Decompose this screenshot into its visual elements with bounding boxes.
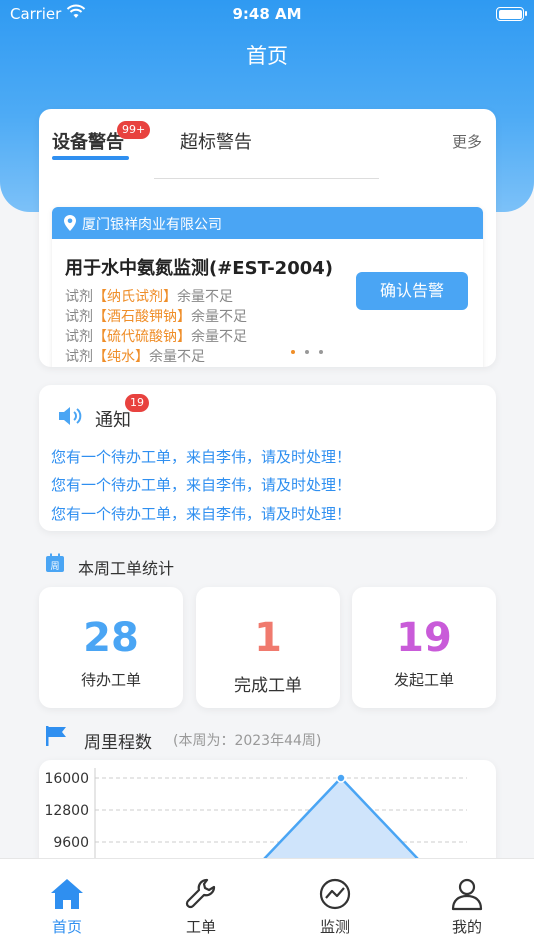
alert-item-header: 厦门银祥肉业有限公司: [52, 207, 483, 239]
confirm-alert-button[interactable]: 确认告警: [356, 272, 468, 310]
reagent-line: 试剂【纯水】余量不足: [65, 346, 205, 366]
reagent-status: 余量不足: [191, 309, 247, 325]
data-point: [336, 773, 346, 783]
notice-message[interactable]: 您有一个待办工单，来自李伟，请及时处理！: [51, 503, 351, 524]
battery-icon: [496, 7, 527, 21]
reagent-status: 余量不足: [191, 329, 247, 345]
notice-badge: 19: [125, 394, 149, 412]
flag-icon: [45, 725, 69, 751]
reagent-name: 【酒石酸钾钠】: [93, 309, 191, 325]
tab-monitor[interactable]: 监测: [268, 859, 402, 950]
wrench-icon: [182, 876, 220, 912]
page-title: 首页: [246, 44, 288, 68]
carousel-dot: [319, 350, 323, 354]
more-link[interactable]: 更多: [452, 131, 482, 152]
reagent-status: 余量不足: [149, 349, 205, 365]
tab-label: 首页: [51, 918, 82, 936]
mileage-subtitle: (本周为：2023年44周): [173, 733, 322, 749]
stat-card-completed[interactable]: 1 完成工单: [196, 587, 340, 708]
calendar-icon: 周: [45, 553, 65, 577]
carousel-dot-active: [291, 350, 295, 354]
reagent-line: 试剂【硫代硫酸钠】余量不足: [65, 326, 247, 346]
y-tick-label: 12800: [44, 803, 89, 819]
company-name: 厦门银祥肉业有限公司: [82, 217, 222, 233]
reagent-name: 【硫代硫酸钠】: [93, 329, 191, 345]
status-bar: Carrier 9:48 AM: [0, 0, 534, 30]
device-alert-badge: 99+: [117, 121, 151, 139]
device-name: 用于水中氨氮监测(#EST-2004): [65, 258, 333, 279]
location-pin-icon: [63, 214, 77, 236]
reagent-prefix: 试剂: [65, 309, 93, 325]
stat-value: 1: [254, 615, 282, 661]
alert-card: 设备警告 99+ 超标警告 更多 厦门银祥肉业有限公司 用于水中氨氮监测(#ES…: [39, 109, 496, 367]
notice-message[interactable]: 您有一个待办工单，来自李伟，请及时处理！: [51, 446, 351, 467]
mileage-title: 周里程数: [84, 733, 152, 753]
reagent-prefix: 试剂: [65, 349, 93, 365]
reagent-name: 【纳氏试剂】: [93, 289, 177, 305]
notice-message[interactable]: 您有一个待办工单，来自李伟，请及时处理！: [51, 474, 351, 495]
notice-title: 通知: [95, 410, 131, 431]
stat-label: 待办工单: [80, 671, 141, 689]
bottom-tab-bar: 首页 工单 监测 我的: [0, 858, 534, 950]
reagent-name: 【纯水】: [93, 349, 149, 365]
svg-text:周: 周: [50, 561, 59, 572]
status-time: 9:48 AM: [232, 5, 302, 23]
stat-value: 28: [83, 615, 139, 661]
reagent-status: 余量不足: [177, 289, 233, 305]
carousel-indicator: [291, 350, 331, 356]
speaker-icon: [57, 405, 85, 431]
user-icon: [448, 876, 486, 912]
reagent-line: 试剂【酒石酸钾钠】余量不足: [65, 306, 247, 326]
notice-card[interactable]: 通知 19 您有一个待办工单，来自李伟，请及时处理！ 您有一个待办工单，来自李伟…: [39, 385, 496, 531]
reagent-prefix: 试剂: [65, 329, 93, 345]
alert-item[interactable]: 厦门银祥肉业有限公司 用于水中氨氮监测(#EST-2004) 试剂【纳氏试剂】余…: [52, 207, 483, 367]
weekly-stats-title: 本周工单统计: [78, 559, 175, 578]
y-tick-label: 16000: [44, 771, 89, 787]
active-tab-indicator: [52, 156, 129, 160]
y-tick-label: 9600: [53, 835, 89, 851]
tab-exceed-alert[interactable]: 超标警告: [180, 128, 252, 154]
stat-label: 发起工单: [393, 671, 454, 689]
stat-label: 完成工单: [234, 676, 302, 696]
tab-profile[interactable]: 我的: [400, 859, 534, 950]
tab-label: 我的: [451, 918, 482, 936]
reagent-prefix: 试剂: [65, 289, 93, 305]
tab-home[interactable]: 首页: [0, 859, 134, 950]
home-icon: [48, 876, 86, 912]
stat-card-pending[interactable]: 28 待办工单: [39, 587, 183, 708]
tab-divider: [154, 178, 379, 179]
tab-label: 工单: [185, 918, 216, 936]
stat-value: 19: [396, 615, 452, 661]
tab-device-alert[interactable]: 设备警告: [52, 128, 124, 154]
carousel-dot: [305, 350, 309, 354]
reagent-line: 试剂【纳氏试剂】余量不足: [65, 286, 233, 306]
tab-workorder[interactable]: 工单: [134, 859, 268, 950]
monitor-icon: [316, 876, 354, 912]
tab-label: 监测: [319, 918, 350, 936]
stat-card-initiated[interactable]: 19 发起工单: [352, 587, 496, 708]
